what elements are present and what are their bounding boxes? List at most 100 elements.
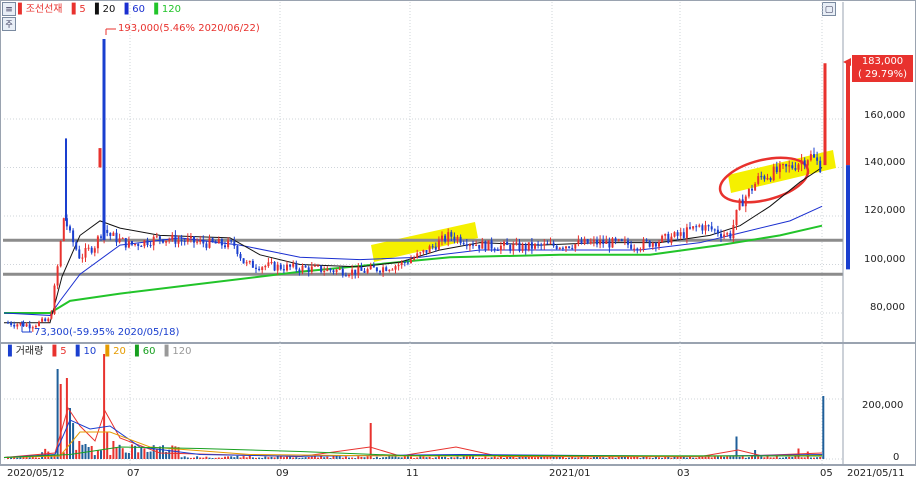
candle-body bbox=[450, 232, 453, 237]
candle-body bbox=[642, 240, 645, 249]
x-tick: 2020/05/12 bbox=[7, 468, 65, 479]
volume-bar bbox=[459, 457, 462, 459]
volume-bar bbox=[202, 457, 205, 459]
volume-bar bbox=[565, 458, 567, 459]
candle-body bbox=[608, 240, 611, 248]
volume-bar bbox=[360, 456, 363, 459]
candle-body bbox=[400, 262, 403, 266]
candle-body bbox=[723, 234, 726, 237]
candle-body bbox=[552, 242, 555, 246]
candle-body bbox=[809, 154, 812, 161]
volume-bar bbox=[772, 457, 775, 459]
candle-body bbox=[310, 266, 313, 273]
volume-bar bbox=[456, 456, 459, 459]
candle-body bbox=[137, 243, 140, 246]
volume-bar bbox=[375, 456, 378, 459]
volume-bar bbox=[84, 444, 87, 459]
volume-bar bbox=[654, 456, 657, 459]
volume-bar bbox=[230, 456, 233, 459]
volume-bar bbox=[763, 457, 766, 459]
candle-body bbox=[62, 218, 65, 242]
volume-bar bbox=[189, 457, 192, 459]
volume-bar bbox=[782, 457, 784, 459]
candle-body bbox=[682, 232, 685, 238]
volume-bar bbox=[115, 447, 118, 459]
volume-bar bbox=[444, 456, 447, 459]
candle-body bbox=[320, 265, 323, 272]
candle-body bbox=[115, 232, 118, 243]
candle-body bbox=[475, 244, 478, 246]
volume-bar bbox=[245, 457, 248, 459]
candle-body bbox=[270, 262, 273, 264]
volume-bar bbox=[431, 458, 434, 459]
price-chart bbox=[3, 2, 851, 343]
candle-body bbox=[493, 248, 496, 250]
candle-body bbox=[558, 247, 561, 249]
candle-body bbox=[118, 238, 121, 243]
candle-body bbox=[341, 269, 344, 276]
volume-bar bbox=[425, 457, 428, 459]
low-annotation: 73,300(-59.95% 2020/05/18) bbox=[34, 327, 180, 338]
candle-body bbox=[354, 269, 357, 275]
candle-body bbox=[53, 285, 56, 314]
volume-bar bbox=[211, 458, 214, 459]
candle-body bbox=[267, 262, 270, 266]
volume-bar bbox=[586, 456, 589, 459]
candle-body bbox=[174, 234, 177, 244]
volume-bar bbox=[224, 456, 226, 459]
volume-bar bbox=[537, 456, 540, 459]
candle-body bbox=[707, 225, 710, 227]
volume-bar bbox=[379, 458, 381, 459]
candle-body bbox=[766, 178, 769, 180]
volume-bar bbox=[344, 456, 347, 459]
volume-bar bbox=[487, 457, 490, 459]
candle-body bbox=[478, 244, 481, 249]
candle-body bbox=[413, 257, 416, 260]
volume-bar bbox=[450, 457, 453, 459]
candle-body bbox=[645, 240, 648, 242]
volume-bar bbox=[490, 457, 493, 459]
candle-body bbox=[543, 243, 546, 246]
candle-body bbox=[580, 240, 583, 244]
volume-bar bbox=[428, 456, 431, 459]
volume-bar bbox=[664, 457, 667, 459]
candle-body bbox=[496, 249, 499, 251]
candle-body bbox=[84, 248, 87, 258]
candle-body bbox=[726, 233, 729, 235]
candle-body bbox=[335, 269, 338, 272]
volume-bar bbox=[199, 457, 202, 459]
volume-bar bbox=[96, 450, 99, 459]
candle-body bbox=[44, 318, 47, 322]
volume-bar bbox=[69, 408, 71, 459]
candle-body bbox=[614, 238, 617, 241]
candle-body bbox=[661, 235, 664, 243]
volume-bar bbox=[295, 457, 298, 459]
volume-bar bbox=[757, 456, 760, 459]
volume-bar bbox=[648, 457, 651, 459]
volume-bar bbox=[75, 449, 78, 459]
candle-body bbox=[149, 245, 152, 247]
candle-body bbox=[695, 226, 698, 228]
volume-bar bbox=[320, 456, 323, 459]
candle-body bbox=[158, 236, 161, 240]
candle-body bbox=[679, 232, 682, 236]
candle-body bbox=[242, 258, 245, 264]
volume-bar bbox=[729, 456, 732, 459]
volume-bar bbox=[193, 457, 195, 459]
candle-body bbox=[540, 244, 543, 246]
volume-bar bbox=[124, 452, 127, 459]
candle-body bbox=[72, 230, 75, 243]
volume-bar bbox=[698, 456, 701, 459]
candle-body bbox=[193, 236, 195, 243]
candle-body bbox=[255, 267, 257, 269]
candle-body bbox=[329, 268, 332, 271]
candle-body bbox=[279, 264, 282, 270]
candle-body bbox=[165, 240, 168, 243]
candle-body bbox=[245, 262, 248, 264]
candle-body bbox=[623, 240, 626, 242]
candle-body bbox=[611, 238, 614, 248]
candle-body bbox=[605, 240, 608, 244]
volume-bar bbox=[366, 456, 369, 459]
candle-body bbox=[509, 245, 512, 251]
volume-bar bbox=[788, 456, 791, 459]
